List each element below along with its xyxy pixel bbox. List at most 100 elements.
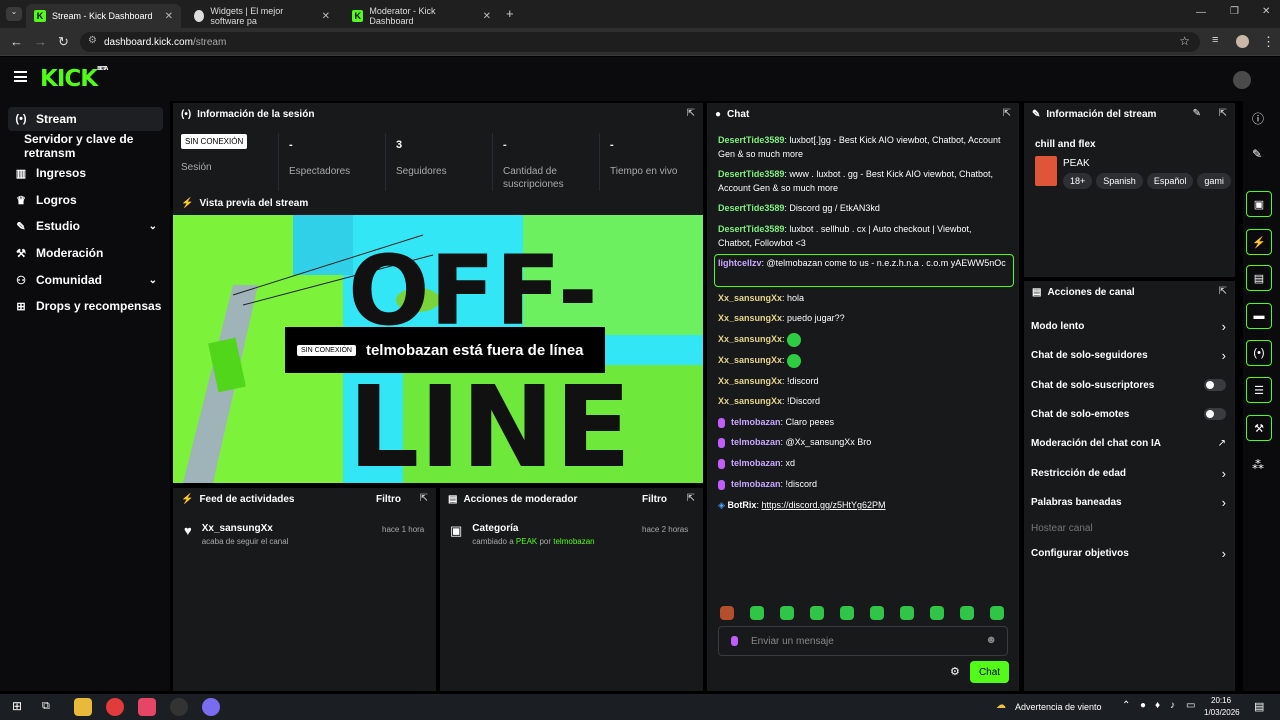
bookmark-star-icon[interactable]: ☆ — [1179, 34, 1190, 48]
emote-picker-item[interactable] — [810, 606, 824, 620]
chat-message[interactable]: Xx_sansungXx: — [718, 353, 1008, 368]
chat-message[interactable]: DesertTide3589: luxbot . sellhub . cx | … — [718, 222, 1008, 250]
tab-list-button[interactable]: ⌄ — [6, 7, 22, 21]
popout-icon[interactable]: ⇱ — [420, 493, 428, 504]
broadcast-icon[interactable]: (•) — [1246, 340, 1272, 366]
shapes-icon[interactable]: ⁂ — [1252, 458, 1264, 472]
notifications-icon[interactable]: ▤ — [1254, 700, 1264, 713]
discord-icon[interactable] — [202, 698, 220, 716]
chat-message[interactable]: Xx_sansungXx: puedo jugar?? — [718, 311, 1008, 325]
sidebar-item-server-key[interactable]: Servidor y clave de retransm — [18, 132, 170, 160]
profile-avatar[interactable] — [1236, 35, 1249, 48]
tag-chip[interactable]: Spanish — [1096, 173, 1143, 189]
tray-chevron-icon[interactable]: ⌃ — [1122, 700, 1130, 711]
tab-stream-dashboard[interactable]: K Stream - Kick Dashboard ✕ — [26, 4, 181, 28]
window-close-icon[interactable]: ✕ — [1262, 6, 1270, 17]
popout-icon[interactable]: ⇱ — [687, 108, 695, 119]
chat-message[interactable]: DesertTide3589: luxbot[.]gg - Best Kick … — [718, 133, 1008, 161]
action-row-goals[interactable]: Configurar objetivos › — [1031, 546, 1226, 561]
chrome-icon[interactable] — [106, 698, 124, 716]
network-icon[interactable]: ▭ — [1186, 700, 1195, 711]
filter-button[interactable]: Filtro — [376, 494, 401, 505]
chat-message[interactable]: DesertTide3589: Discord gg / EtkAN3kd — [718, 201, 1008, 215]
kick-logo[interactable]: KICKBETA — [40, 66, 108, 92]
sidebar-item-estudio[interactable]: ✎ Estudio ⌄ — [8, 214, 163, 238]
obs-icon[interactable] — [170, 698, 188, 716]
action-row-followers-only[interactable]: Chat de solo-seguidores › — [1031, 348, 1226, 363]
restore-icon[interactable]: ❐ — [1230, 6, 1239, 17]
sidebar-item-stream[interactable]: (•) Stream — [8, 107, 163, 131]
chat-message[interactable]: Xx_sansungXx: — [718, 332, 1008, 347]
chat-message[interactable]: lightcellzv: @telmobazan come to us - n.… — [718, 256, 1008, 270]
tag-chip[interactable]: gami — [1197, 173, 1231, 189]
emote-picker-item[interactable] — [780, 606, 794, 620]
site-info-icon[interactable]: ⚙ — [88, 35, 97, 46]
emote-picker-item[interactable] — [960, 606, 974, 620]
chat-message[interactable]: Xx_sansungXx: hola — [718, 291, 1008, 305]
chat-message[interactable]: telmobazan: @Xx_sansungXx Bro — [718, 435, 1008, 449]
sidebar-item-ingresos[interactable]: ▥ Ingresos — [8, 161, 163, 185]
info-icon[interactable]: ⓘ — [1252, 110, 1264, 127]
layout-icon[interactable]: ☰ — [1246, 377, 1272, 403]
emote-picker-item[interactable] — [930, 606, 944, 620]
clipboard-icon[interactable]: ▤ — [1246, 265, 1272, 291]
emote-picker-item[interactable] — [720, 606, 734, 620]
sidebar-item-drops[interactable]: ⊞ Drops y recompensas — [8, 294, 163, 318]
filter-button[interactable]: Filtro — [642, 494, 667, 505]
start-menu-icon[interactable]: ⊞ — [12, 699, 22, 713]
tray-app-icon[interactable]: ● — [1140, 700, 1146, 711]
sidebar-item-logros[interactable]: ♛ Logros — [8, 188, 163, 212]
mic-tray-icon[interactable]: ♦ — [1155, 700, 1160, 711]
emote-picker-item[interactable] — [870, 606, 884, 620]
chat-message[interactable]: telmobazan: !discord — [718, 477, 1008, 491]
clock-time[interactable]: 20:16 — [1211, 696, 1231, 705]
browser-menu-icon[interactable]: ⋮ — [1262, 34, 1275, 50]
chat-bubble-icon[interactable]: ▬ — [1246, 303, 1272, 329]
emoji-icon[interactable]: ☻ — [985, 634, 997, 646]
file-explorer-icon[interactable] — [74, 698, 92, 716]
back-icon[interactable]: ← — [10, 34, 23, 49]
bolt-icon[interactable]: ⚡ — [1246, 229, 1272, 255]
popout-icon[interactable]: ⇱ — [687, 493, 695, 504]
emote-picker-item[interactable] — [990, 606, 1004, 620]
action-row-ai-moderation[interactable]: Moderación del chat con IA ↗ — [1031, 436, 1226, 450]
close-icon[interactable]: ✕ — [165, 11, 173, 22]
emote-picker-item[interactable] — [750, 606, 764, 620]
emote-picker-item[interactable] — [840, 606, 854, 620]
popout-icon[interactable]: ⇱ — [1219, 108, 1227, 119]
chat-message[interactable]: DesertTide3589: www . luxbot . gg - Best… — [718, 167, 1008, 195]
action-row-banned-words[interactable]: Palabras baneadas › — [1031, 495, 1226, 510]
edit-icon[interactable]: ✎ — [1252, 147, 1262, 161]
chat-message[interactable]: Xx_sansungXx: !discord — [718, 374, 1008, 388]
chat-message-input[interactable]: Enviar un mensaje ☻ — [718, 626, 1008, 656]
task-view-icon[interactable]: ⧉ — [42, 700, 50, 713]
sidebar-item-moderacion[interactable]: ⚒ Moderación — [8, 241, 163, 265]
url-field[interactable]: ⚙ dashboard.kick.com/stream ☆ — [80, 32, 1200, 52]
stream-preview[interactable]: OFF- LINE SIN CONEXIÓN telmobazan está f… — [173, 215, 703, 483]
tag-chip[interactable]: 18+ — [1063, 173, 1093, 189]
music-app-icon[interactable] — [138, 698, 156, 716]
tab-widgets[interactable]: Widgets | El mejor software pa ✕ — [186, 4, 338, 28]
close-icon[interactable]: ✕ — [483, 11, 491, 22]
tag-chip[interactable]: Español — [1146, 173, 1194, 189]
chat-message[interactable]: telmobazan: Claro peees — [718, 415, 1008, 429]
subscribers-only-toggle[interactable] — [1204, 379, 1226, 391]
close-icon[interactable]: ✕ — [322, 11, 330, 22]
chat-message[interactable]: telmobazan: xd — [718, 456, 1008, 470]
chat-message[interactable]: ◈ BotRix: https://discord.gg/z5HtYg62PM — [718, 498, 1008, 512]
action-row-slow-mode[interactable]: Modo lento › — [1031, 319, 1226, 334]
clip-icon[interactable]: ▣ — [1246, 191, 1272, 217]
new-tab-icon[interactable]: + — [506, 6, 514, 21]
user-avatar[interactable] — [1233, 71, 1251, 89]
reading-list-icon[interactable]: ≡ — [1212, 34, 1218, 46]
emotes-only-toggle[interactable] — [1204, 408, 1226, 420]
tab-moderator[interactable]: K Moderator - Kick Dashboard ✕ — [344, 4, 499, 28]
weather-text[interactable]: Advertencia de viento — [1015, 702, 1102, 712]
chat-settings-icon[interactable]: ⚙ — [950, 665, 960, 678]
popout-icon[interactable]: ⇱ — [1003, 108, 1011, 119]
sidebar-item-comunidad[interactable]: ⚇ Comunidad ⌄ — [8, 268, 163, 292]
forward-icon[interactable]: → — [34, 34, 47, 49]
reload-icon[interactable]: ↻ — [58, 34, 69, 50]
volume-icon[interactable]: ♪ — [1170, 700, 1175, 711]
menu-icon[interactable] — [14, 71, 27, 82]
